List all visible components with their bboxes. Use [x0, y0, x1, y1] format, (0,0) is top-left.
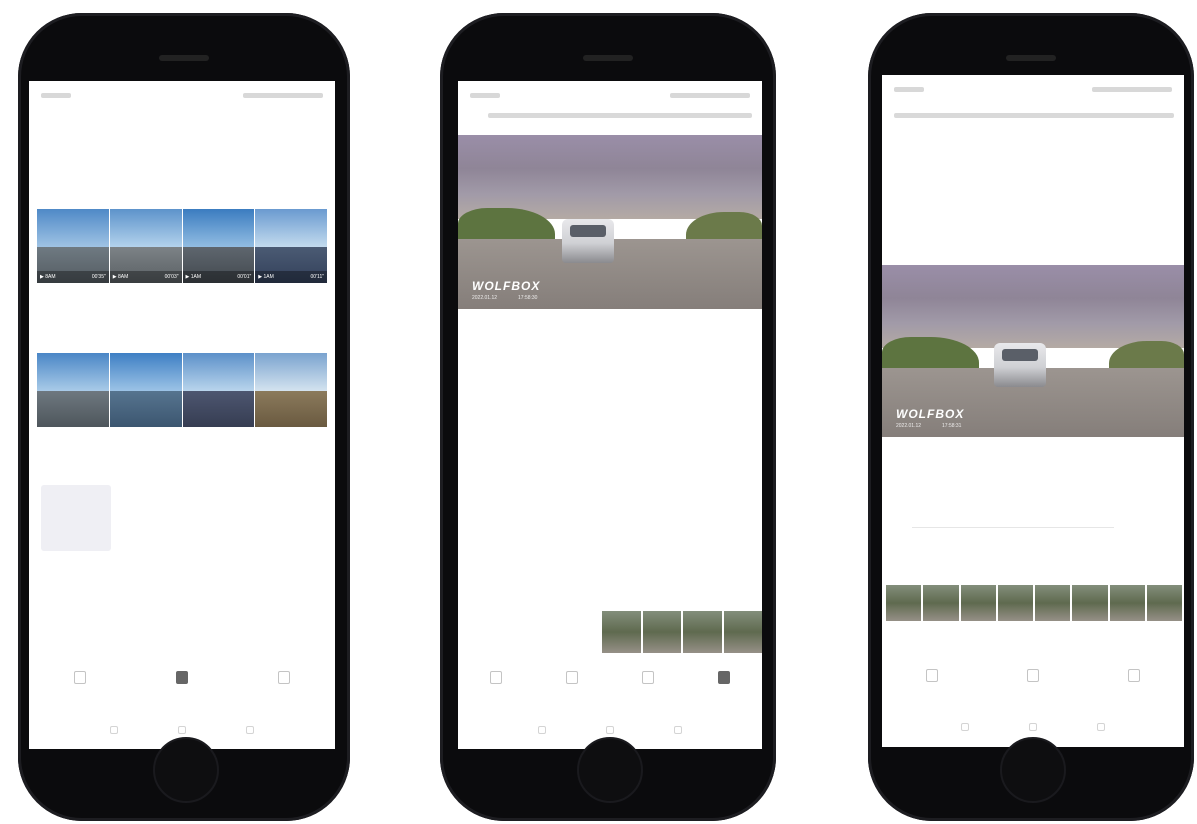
camera-icon	[642, 671, 654, 684]
tab-gallery[interactable]	[152, 671, 212, 688]
phone-frame-1: ▶ 8AM 00'35" ▶ 8AM 00'03" ▶ 1AM 00'01" ▶ 1A…	[18, 13, 350, 821]
system-nav-bar	[882, 723, 1184, 735]
status-bar	[41, 91, 323, 103]
frame-thumbnail	[1072, 585, 1108, 621]
video-thumbnail-strip: ▶ 8AM 00'35" ▶ 8AM 00'03" ▶ 1AM 00'01" ▶ 1A…	[37, 209, 327, 283]
watermark-time: 17:58:31	[942, 423, 962, 429]
car-in-frame	[562, 219, 614, 263]
tab-bar	[29, 671, 335, 723]
home-button	[153, 737, 219, 803]
frame-thumbnail	[996, 584, 1035, 622]
earpiece	[159, 55, 209, 61]
screen-live-view: WOLFBOX 2022.01.12 17:58:30	[458, 81, 762, 749]
video-duration: 00'35"	[91, 274, 106, 280]
watermark-time: 17:58:30	[518, 295, 538, 301]
recent-apps-icon[interactable]	[246, 726, 254, 734]
home-icon[interactable]	[178, 726, 186, 734]
gallery-icon	[176, 671, 188, 684]
tab-download[interactable]	[542, 671, 602, 688]
download-icon	[566, 671, 578, 684]
playback-icon	[490, 671, 502, 684]
tab-delete[interactable]	[1104, 669, 1164, 686]
watermark-date: 2022.01.12	[896, 423, 922, 429]
photo-thumbnail[interactable]	[182, 353, 255, 427]
frame-thumbnail	[1146, 585, 1182, 621]
photo-thumbnail-strip	[37, 353, 327, 427]
home-button	[577, 737, 643, 803]
video-thumbnail[interactable]: ▶ 1AM 00'01"	[182, 209, 255, 283]
status-bar	[894, 85, 1172, 97]
tab-camera[interactable]	[618, 671, 678, 688]
photo-thumbnail[interactable]	[37, 353, 109, 427]
home-icon[interactable]	[1029, 723, 1037, 731]
share-icon	[1026, 669, 1039, 682]
screen-gallery: ▶ 8AM 00'35" ▶ 8AM 00'03" ▶ 1AM 00'01" ▶ 1A…	[29, 81, 335, 749]
video-badge: ▶ 1AM	[258, 274, 274, 280]
delete-icon	[1127, 669, 1140, 682]
photo-thumbnail[interactable]	[109, 353, 182, 427]
control-bar	[458, 671, 762, 723]
frame-thumbnail	[960, 585, 996, 621]
tab-playback[interactable]	[466, 671, 526, 688]
watermark-brand: WOLFBOX	[896, 407, 965, 421]
earpiece	[1006, 55, 1056, 61]
clip-timeline-strip	[602, 611, 762, 653]
watermark-brand: WOLFBOX	[472, 279, 541, 293]
video-badge: ▶ 8AM	[112, 274, 129, 280]
clip-thumbnail[interactable]	[642, 611, 681, 653]
video-badge: ▶ 8AM	[40, 274, 56, 280]
trim-timeline[interactable]	[912, 527, 1114, 528]
back-icon[interactable]	[961, 723, 969, 731]
tab-settings[interactable]	[254, 671, 314, 688]
phone-frame-2: WOLFBOX 2022.01.12 17:58:30	[440, 13, 776, 821]
earpiece	[583, 55, 633, 61]
back-icon[interactable]	[538, 726, 546, 734]
clip-thumbnail[interactable]	[602, 611, 641, 653]
frame-thumbnail	[886, 585, 922, 621]
tab-share[interactable]	[1003, 669, 1063, 686]
video-thumbnail[interactable]: ▶ 8AM 00'35"	[37, 209, 109, 283]
tab-video[interactable]	[50, 671, 110, 688]
status-bar	[470, 91, 750, 103]
photo-thumbnail[interactable]	[255, 353, 327, 427]
video-duration: 00'01"	[237, 274, 252, 280]
video-player[interactable]: WOLFBOX 2022.01.12 17:58:30	[458, 135, 762, 309]
video-duration: 00'03"	[164, 274, 179, 280]
title-bar	[894, 113, 1174, 118]
title-bar	[488, 113, 752, 118]
file-placeholder-tile[interactable]	[41, 485, 111, 551]
file-icon	[926, 669, 939, 682]
clip-thumbnail[interactable]	[683, 611, 722, 653]
car-in-frame	[994, 343, 1046, 387]
frame-filmstrip[interactable]	[886, 584, 1182, 622]
watermark-date: 2022.01.12	[472, 295, 498, 301]
tab-record[interactable]	[694, 671, 754, 688]
video-badge: ▶ 1AM	[185, 274, 202, 280]
video-thumbnail[interactable]: ▶ 1AM 00'11"	[255, 209, 327, 283]
screen-video-editor: WOLFBOX 2022.01.12 17:58:31	[882, 75, 1184, 747]
home-button	[1000, 737, 1066, 803]
recent-apps-icon[interactable]	[674, 726, 682, 734]
frame-thumbnail	[1035, 585, 1071, 621]
action-bar	[882, 669, 1184, 721]
back-icon[interactable]	[110, 726, 118, 734]
recent-apps-icon[interactable]	[1097, 723, 1105, 731]
record-icon	[718, 671, 730, 684]
video-icon	[74, 671, 86, 684]
frame-thumbnail	[1109, 585, 1145, 621]
frame-thumbnail	[923, 585, 959, 621]
clip-thumbnail[interactable]	[723, 611, 762, 653]
video-preview[interactable]: WOLFBOX 2022.01.12 17:58:31	[882, 265, 1184, 437]
video-thumbnail[interactable]: ▶ 8AM 00'03"	[109, 209, 182, 283]
settings-icon	[278, 671, 290, 684]
tab-file[interactable]	[902, 669, 962, 686]
phone-frame-3: WOLFBOX 2022.01.12 17:58:31	[868, 13, 1194, 821]
home-icon[interactable]	[606, 726, 614, 734]
video-duration: 00'11"	[310, 274, 324, 280]
